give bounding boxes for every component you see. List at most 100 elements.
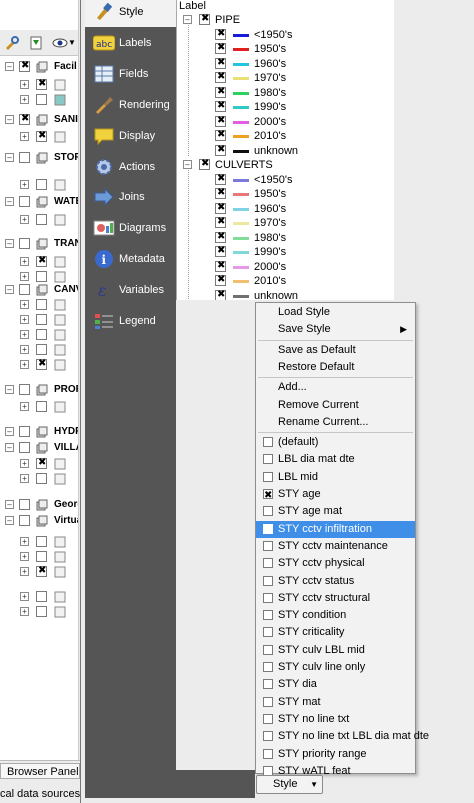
style-checkbox[interactable]	[263, 558, 273, 569]
menu-item-save-as-default[interactable]: Save as Default	[256, 342, 415, 359]
collapse-toggle-icon[interactable]: –	[5, 62, 14, 71]
class-checkbox[interactable]	[215, 57, 226, 69]
collapse-toggle-icon[interactable]: –	[5, 516, 14, 525]
class-checkbox[interactable]	[215, 274, 226, 286]
style-checkbox[interactable]	[263, 627, 273, 638]
layer-visibility-checkbox[interactable]	[36, 130, 47, 142]
style-checkbox[interactable]	[263, 506, 273, 517]
layer-group-row[interactable]: – WATE	[0, 195, 85, 210]
style-checkbox[interactable]	[263, 471, 273, 482]
layer-row[interactable]: +	[0, 93, 85, 108]
collapse-toggle-icon[interactable]: +	[20, 272, 29, 281]
layer-row[interactable]: +	[0, 213, 85, 228]
layer-visibility-checkbox[interactable]	[36, 344, 47, 355]
style-checkbox[interactable]	[263, 540, 273, 551]
layer-row[interactable]: +	[0, 565, 85, 580]
menu-item-add[interactable]: Add...	[256, 379, 415, 396]
style-checkbox[interactable]	[263, 662, 273, 672]
collapse-toggle-icon[interactable]: +	[20, 360, 29, 369]
layer-row[interactable]: +	[0, 605, 85, 620]
style-checkbox[interactable]	[263, 575, 273, 586]
class-checkbox[interactable]	[215, 129, 226, 141]
style-option-item[interactable]: STY cctv status	[256, 573, 415, 590]
layer-visibility-checkbox[interactable]	[36, 551, 47, 562]
collapse-toggle-icon[interactable]: +	[20, 345, 29, 354]
class-checkbox[interactable]	[215, 187, 226, 199]
style-option-item[interactable]: STY no line txt LBL dia mat dte	[256, 728, 429, 745]
eye-icon[interactable]	[52, 35, 68, 51]
layer-row[interactable]: +	[0, 457, 85, 472]
layer-row[interactable]: +	[0, 550, 85, 565]
collapse-toggle-icon[interactable]: +	[20, 552, 29, 561]
layer-visibility-checkbox[interactable]	[36, 78, 47, 90]
style-option-item[interactable]: STY dia	[256, 676, 415, 693]
style-option-item[interactable]: STY criticality	[256, 624, 415, 641]
style-checkbox[interactable]	[263, 644, 273, 655]
class-checkbox[interactable]	[215, 202, 226, 214]
layer-visibility-checkbox[interactable]	[36, 94, 47, 105]
style-option-item[interactable]: (default)	[256, 434, 415, 451]
collapse-toggle-icon[interactable]: +	[20, 402, 29, 411]
class-checkbox[interactable]	[215, 216, 226, 228]
collapse-toggle-icon[interactable]: +	[20, 567, 29, 576]
layer-visibility-checkbox[interactable]	[19, 499, 30, 510]
style-option-item[interactable]: STY age mat	[256, 503, 415, 520]
layer-row[interactable]: +	[0, 472, 85, 487]
collapse-toggle-icon[interactable]: +	[20, 300, 29, 309]
layer-visibility-checkbox[interactable]	[19, 238, 30, 249]
collapse-toggle-icon[interactable]: –	[183, 160, 192, 169]
collapse-toggle-icon[interactable]: +	[20, 257, 29, 266]
layer-row[interactable]: +	[0, 313, 85, 328]
layer-visibility-checkbox[interactable]	[36, 457, 47, 469]
layer-row[interactable]: +	[0, 130, 85, 145]
collapse-toggle-icon[interactable]: –	[5, 385, 14, 394]
class-checkbox[interactable]	[215, 245, 226, 257]
class-checkbox[interactable]	[215, 28, 226, 40]
collapse-toggle-icon[interactable]: –	[5, 197, 14, 206]
layer-group-row[interactable]: – Virtua	[0, 514, 85, 529]
collapse-toggle-icon[interactable]: +	[20, 330, 29, 339]
layer-row[interactable]: +	[0, 400, 85, 415]
style-option-item[interactable]: STY cctv structural	[256, 590, 415, 607]
class-checkbox[interactable]	[215, 260, 226, 272]
collapse-toggle-icon[interactable]: –	[183, 15, 192, 24]
collapse-toggle-icon[interactable]: +	[20, 607, 29, 616]
class-checkbox[interactable]	[215, 71, 226, 83]
style-option-item[interactable]: LBL dia mat dte	[256, 451, 415, 468]
collapse-toggle-icon[interactable]: +	[20, 180, 29, 189]
collapse-toggle-icon[interactable]: +	[20, 315, 29, 324]
style-checkbox[interactable]	[263, 713, 273, 724]
layer-row[interactable]: +	[0, 270, 85, 285]
layer-group-row[interactable]: – Facil	[0, 60, 85, 75]
layer-visibility-checkbox[interactable]	[36, 299, 47, 310]
collapse-toggle-icon[interactable]: –	[5, 285, 14, 294]
menu-item-load-style[interactable]: Load Style	[256, 304, 415, 321]
layer-row[interactable]: +	[0, 78, 85, 93]
style-option-item[interactable]: STY cctv infiltration	[256, 520, 415, 538]
collapse-toggle-icon[interactable]: +	[20, 592, 29, 601]
layer-group-row[interactable]: – STOR	[0, 151, 85, 166]
layer-visibility-checkbox[interactable]	[36, 606, 47, 617]
style-option-item[interactable]: LBL mid	[256, 469, 415, 486]
style-option-item[interactable]: STY culv LBL mid	[256, 642, 415, 659]
style-checkbox[interactable]	[263, 696, 273, 707]
style-option-item[interactable]: STY mat	[256, 694, 415, 711]
style-option-item[interactable]: STY age	[256, 486, 415, 504]
style-checkbox[interactable]	[263, 679, 273, 690]
style-option-item[interactable]: STY no line txt	[256, 711, 415, 728]
layer-group-row[interactable]: – PROF	[0, 383, 85, 398]
style-checkbox[interactable]	[263, 610, 273, 621]
collapse-toggle-icon[interactable]: –	[5, 115, 14, 124]
class-checkbox[interactable]	[215, 115, 226, 127]
style-checkbox[interactable]	[263, 748, 273, 759]
layer-group-row[interactable]: – CANV	[0, 283, 85, 298]
layer-visibility-checkbox[interactable]	[36, 401, 47, 412]
class-checkbox[interactable]	[215, 289, 226, 301]
class-checkbox[interactable]	[215, 86, 226, 98]
collapse-toggle-icon[interactable]: +	[20, 132, 29, 141]
class-checkbox[interactable]	[215, 173, 226, 185]
collapse-toggle-icon[interactable]: +	[20, 474, 29, 483]
collapse-toggle-icon[interactable]: +	[20, 537, 29, 546]
menu-item-remove-current[interactable]: Remove Current	[256, 397, 415, 414]
layer-row[interactable]: +	[0, 328, 85, 343]
